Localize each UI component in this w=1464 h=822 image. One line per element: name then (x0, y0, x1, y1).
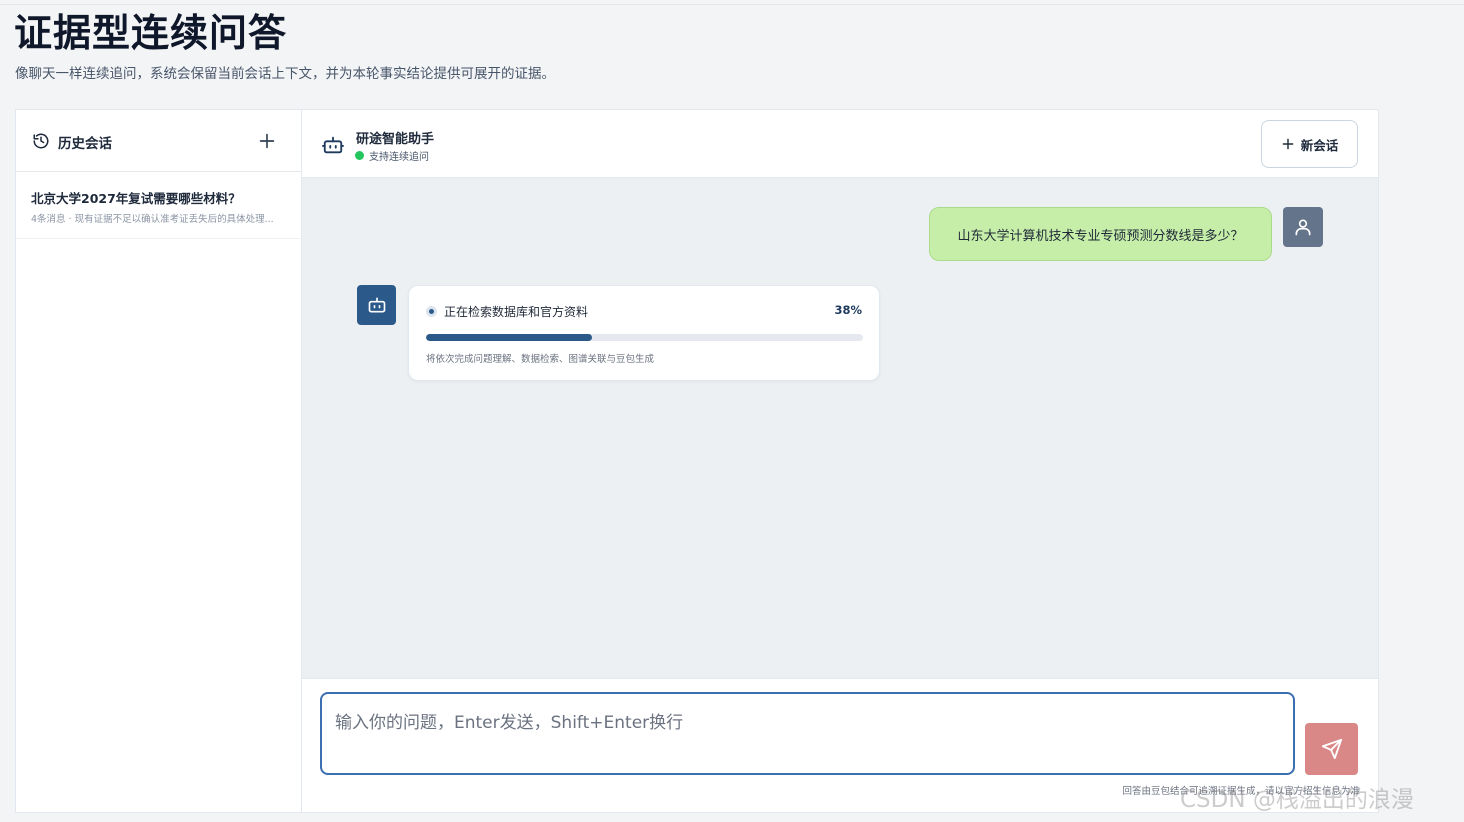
new-session-label: 新会话 (1300, 138, 1339, 153)
sidebar-header: 历史会话 (16, 110, 301, 172)
progress-fill (426, 334, 593, 341)
top-divider (0, 4, 1464, 5)
new-session-button[interactable]: 新会话 (1261, 120, 1358, 168)
plus-icon (1282, 138, 1294, 150)
progress-hint: 将依次完成问题理解、数据检索、图谱关联与豆包生成 (426, 354, 655, 365)
retrieval-progress-card: 正在检索数据库和官方资料 38% 将依次完成问题理解、数据检索、图谱关联与豆包生… (408, 285, 880, 381)
page-subtitle: 像聊天一样连续追问，系统会保留当前会话上下文，并为本轮事实结论提供可展开的证据。 (15, 66, 555, 82)
history-icon (33, 133, 49, 149)
user-message: 山东大学计算机技术专业专硕预测分数线是多少？ (929, 207, 1272, 261)
progress-track (426, 334, 863, 341)
chat-area: 研途智能助手 支持连续追问 新会话 山东大学计算机技术专业专硕预测分数线是多少？ (302, 110, 1378, 812)
robot-icon (322, 136, 344, 154)
question-input[interactable] (320, 692, 1295, 775)
progress-percent: 38% (834, 303, 862, 317)
send-button[interactable] (1305, 723, 1358, 775)
qa-panel: 历史会话 北京大学2027年复试需要哪些材料？ 4条消息 · 现有证据不足以确认… (15, 109, 1379, 813)
chat-header: 研途智能助手 支持连续追问 新会话 (302, 110, 1378, 178)
assistant-status: 支持连续追问 (355, 148, 429, 163)
session-meta: 4条消息 · 现有证据不足以确认准考证丢失后的具体处理... (31, 214, 274, 225)
sidebar-title: 历史会话 (58, 136, 112, 152)
session-item[interactable]: 北京大学2027年复试需要哪些材料？ 4条消息 · 现有证据不足以确认准考证丢失… (16, 172, 301, 239)
user-avatar (1283, 207, 1323, 247)
assistant-name: 研途智能助手 (356, 132, 435, 147)
robot-icon (368, 297, 385, 313)
progress-label: 正在检索数据库和官方资料 (444, 305, 589, 319)
watermark: CSDN @栈溢出的浪漫 (1180, 787, 1414, 813)
session-title: 北京大学2027年复试需要哪些材料？ (31, 191, 241, 206)
history-sidebar: 历史会话 北京大学2027年复试需要哪些材料？ 4条消息 · 现有证据不足以确认… (16, 110, 302, 812)
user-icon (1295, 219, 1311, 236)
page-title: 证据型连续问答 (14, 11, 288, 55)
status-text: 支持连续追问 (369, 152, 429, 163)
send-icon (1321, 738, 1342, 760)
progress-indicator-dot (426, 306, 437, 317)
add-session-icon[interactable] (256, 130, 278, 152)
bot-avatar (357, 285, 396, 325)
status-dot (355, 151, 364, 160)
message-list: 山东大学计算机技术专业专硕预测分数线是多少？ 正在检索数据库和官方资料 38% … (302, 178, 1378, 678)
